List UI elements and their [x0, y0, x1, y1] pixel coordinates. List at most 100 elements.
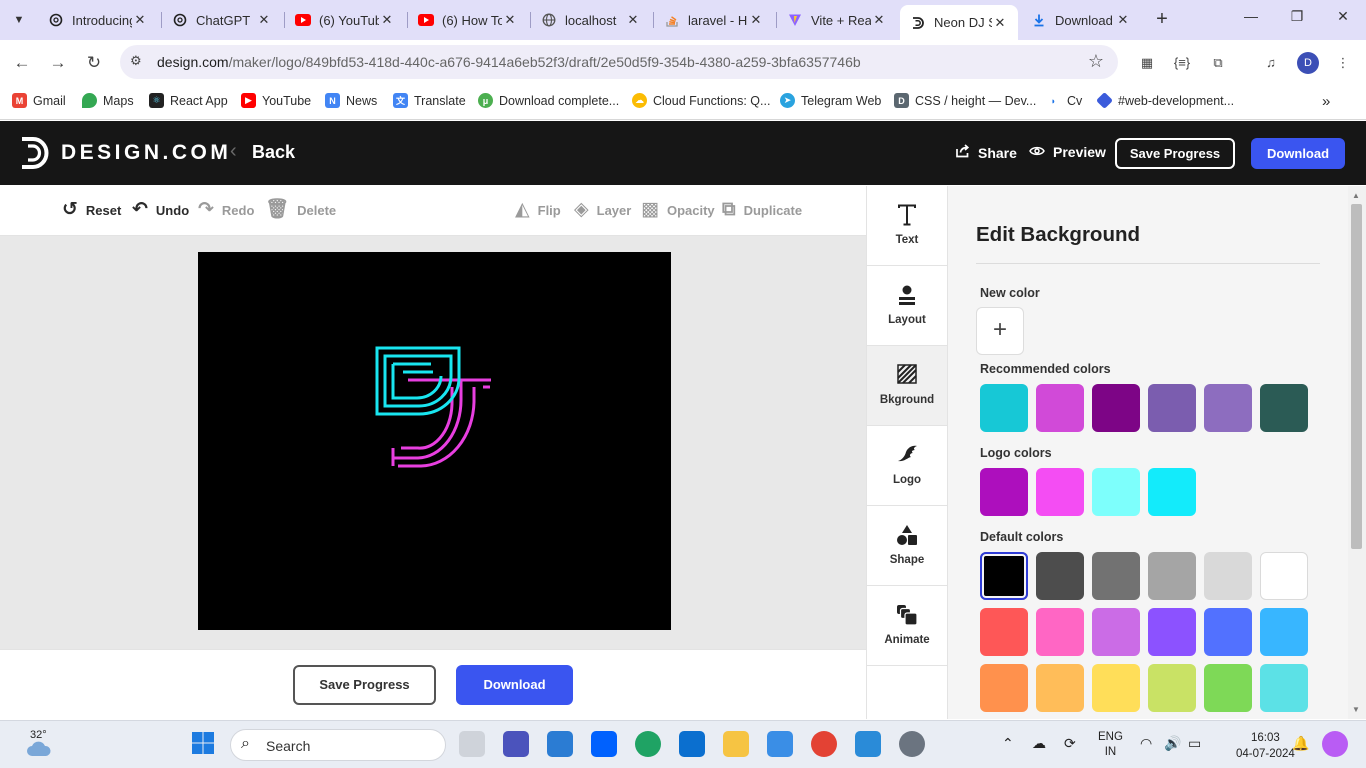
close-icon[interactable]: ✕	[992, 15, 1008, 31]
recommended-color-swatch[interactable]	[980, 384, 1028, 432]
redo-button[interactable]: ↷ Redo	[198, 200, 254, 220]
teams-icon[interactable]	[503, 731, 529, 757]
default-color-swatch[interactable]	[1148, 552, 1196, 600]
battery-icon[interactable]: ▭	[1188, 735, 1201, 752]
recommended-color-swatch[interactable]	[1092, 384, 1140, 432]
logo-color-swatch[interactable]	[1148, 468, 1196, 516]
back-arrow-icon[interactable]: ←	[9, 50, 35, 76]
rail-item-animate[interactable]: Animate	[867, 586, 947, 666]
bookmark-star-icon[interactable]: ☆	[1088, 51, 1104, 72]
windows-start-icon[interactable]	[191, 731, 217, 757]
rail-item-shape[interactable]: Shape	[867, 506, 947, 586]
bookmark-cloud-functions[interactable]: ☁ Cloud Functions: Q...	[632, 93, 770, 108]
recommended-color-swatch[interactable]	[1260, 384, 1308, 432]
rail-item-layout[interactable]: Layout	[867, 266, 947, 346]
tray-chevron-up-icon[interactable]: ⌃	[1002, 735, 1014, 752]
more-bookmarks-icon[interactable]: »	[1322, 93, 1330, 110]
layer-button[interactable]: ◈ Layer	[574, 200, 631, 220]
profile-avatar[interactable]: D	[1297, 52, 1319, 74]
default-color-swatch[interactable]	[1092, 552, 1140, 600]
save-progress-bottom-button[interactable]: Save Progress	[293, 665, 436, 705]
logo-color-swatch[interactable]	[1036, 468, 1084, 516]
default-color-swatch[interactable]	[1092, 664, 1140, 712]
neon-dj-logo[interactable]	[373, 342, 498, 472]
recommended-color-swatch[interactable]	[1204, 384, 1252, 432]
tab-localhost[interactable]: localhost ✕	[531, 5, 651, 35]
add-color-button[interactable]: +	[976, 307, 1024, 355]
rail-item-background[interactable]: Bkground	[867, 346, 947, 426]
download-bottom-button[interactable]: Download	[456, 665, 573, 705]
taskbar-search-box[interactable]: ⌕ Search	[230, 729, 446, 761]
tab-vite[interactable]: Vite + React ✕	[777, 5, 897, 35]
tab-search-button[interactable]: ▼	[6, 7, 32, 33]
default-color-swatch[interactable]	[1204, 552, 1252, 600]
bookmark-download-complete[interactable]: μ Download complete...	[478, 93, 619, 108]
bookmark-news[interactable]: N News	[325, 93, 377, 108]
bookmark-youtube[interactable]: ▶ YouTube	[241, 93, 311, 108]
default-color-swatch[interactable]	[980, 664, 1028, 712]
settings-gear-icon[interactable]	[899, 731, 925, 757]
chrome-icon[interactable]	[811, 731, 837, 757]
close-icon[interactable]: ✕	[379, 12, 395, 28]
json-viewer-icon[interactable]: {≡}	[1171, 52, 1193, 74]
bookmark-web-development[interactable]: #web-development...	[1096, 92, 1234, 109]
tab-neon-dj[interactable]: Neon DJ S ✕	[900, 5, 1018, 40]
recommended-color-swatch[interactable]	[1148, 384, 1196, 432]
default-color-swatch[interactable]	[1260, 608, 1308, 656]
task-view-icon[interactable]	[459, 731, 485, 757]
default-color-swatch[interactable]	[1260, 664, 1308, 712]
copilot-icon[interactable]	[1322, 731, 1348, 757]
browser-menu-icon[interactable]: ⋮	[1332, 52, 1354, 74]
notification-bell-icon[interactable]: 🔔	[1292, 735, 1309, 752]
bookmark-translate[interactable]: 文 Translate	[393, 93, 466, 108]
default-color-swatch[interactable]	[1036, 552, 1084, 600]
default-color-swatch[interactable]	[1036, 664, 1084, 712]
brand-name[interactable]: DESIGN.COM	[61, 141, 231, 165]
onedrive-icon[interactable]: ☁	[1032, 735, 1046, 752]
url-text[interactable]: design.com/maker/logo/849bfd53-418d-440c…	[157, 54, 861, 70]
flip-button[interactable]: ◭ Flip	[515, 200, 561, 220]
close-icon[interactable]: ✕	[132, 12, 148, 28]
share-button[interactable]: Share	[955, 144, 1017, 161]
default-color-swatch[interactable]	[980, 608, 1028, 656]
microsoft-store-icon[interactable]	[547, 731, 573, 757]
close-icon[interactable]: ✕	[871, 12, 887, 28]
bookmark-devdocs[interactable]: D CSS / height — Dev...	[894, 93, 1036, 108]
save-progress-button[interactable]: Save Progress	[1115, 138, 1235, 169]
duplicate-button[interactable]: ⧉ Duplicate	[722, 200, 802, 220]
address-bar[interactable]: ⚙ design.com/maker/logo/849bfd53-418d-44…	[120, 45, 1118, 79]
default-color-swatch[interactable]	[1092, 608, 1140, 656]
default-color-swatch[interactable]	[1204, 608, 1252, 656]
scroll-down-arrow-icon[interactable]: ▼	[1352, 705, 1360, 714]
close-icon[interactable]: ✕	[502, 12, 518, 28]
default-color-swatch[interactable]	[1148, 608, 1196, 656]
bookmark-cv[interactable]: ◗ Cv	[1046, 93, 1083, 108]
file-explorer-icon[interactable]	[723, 731, 749, 757]
forward-arrow-icon[interactable]: →	[45, 50, 71, 76]
recommended-color-swatch[interactable]	[1036, 384, 1084, 432]
vscode-icon[interactable]	[855, 731, 881, 757]
panel-scrollbar[interactable]: ▲ ▼	[1348, 186, 1366, 719]
edge-icon[interactable]	[635, 731, 661, 757]
myhp-icon[interactable]	[679, 731, 705, 757]
extensions-puzzle-icon[interactable]: ⧉	[1207, 52, 1229, 74]
undo-button[interactable]: ↶ Undo	[132, 200, 189, 220]
close-icon[interactable]: ✕	[625, 12, 641, 28]
tab-introducing[interactable]: Introducing ✕	[38, 5, 158, 35]
scroll-up-arrow-icon[interactable]: ▲	[1352, 191, 1360, 200]
wifi-icon[interactable]: ◠	[1140, 735, 1152, 752]
weather-widget[interactable]: 32°	[27, 729, 52, 760]
preview-button[interactable]: Preview	[1029, 144, 1106, 160]
download-button[interactable]: Download	[1251, 138, 1345, 169]
chevron-left-icon[interactable]: ‹	[230, 140, 237, 163]
volume-icon[interactable]: 🔊	[1164, 735, 1181, 752]
bookmark-react-app[interactable]: ⚛ React App	[149, 93, 228, 108]
media-controls-icon[interactable]: ♫	[1260, 52, 1282, 74]
delete-button[interactable]: 🗑 Delete	[265, 200, 336, 220]
language-indicator[interactable]: ENG IN	[1098, 730, 1123, 760]
restore-button[interactable]: ❐	[1282, 8, 1312, 25]
close-icon[interactable]: ✕	[256, 12, 272, 28]
sync-icon[interactable]: ⟳	[1064, 735, 1076, 752]
close-window-button[interactable]: ✕	[1328, 8, 1358, 25]
minimize-button[interactable]: —	[1236, 8, 1266, 24]
